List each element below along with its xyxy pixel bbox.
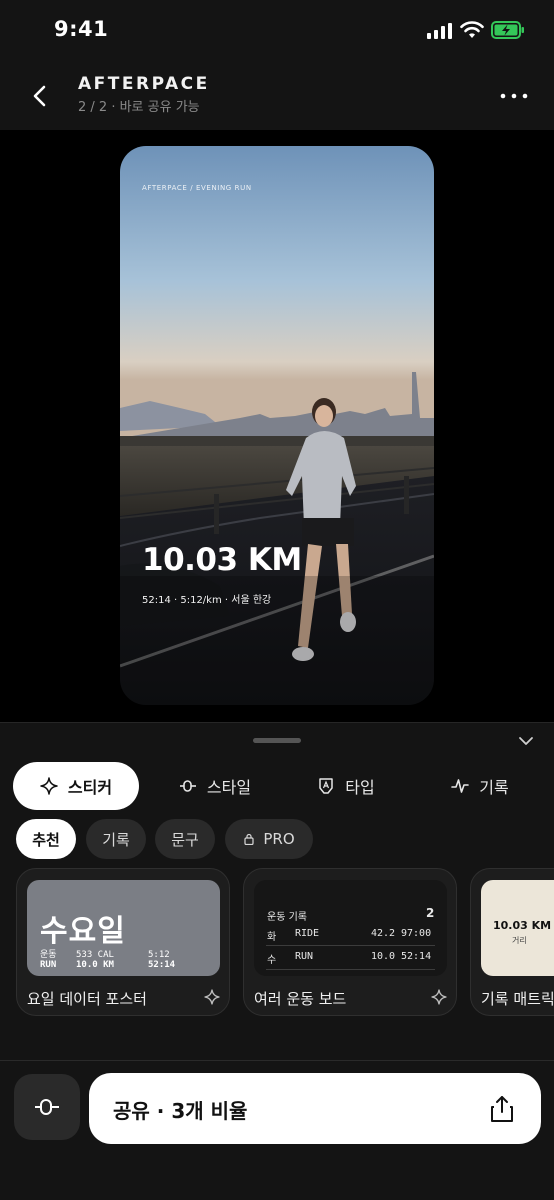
share-button[interactable]: 공유 · 3개 비율 xyxy=(89,1073,541,1144)
template-carousel: 수요일 운동 533 CAL 5:12 RUN 10.0 KM 52:14 요일 데이터… xyxy=(0,868,554,1018)
chip-record[interactable]: 기록 xyxy=(86,819,146,859)
poster-row-1: 운동 533 CAL 5:12 xyxy=(40,947,170,960)
board-divider xyxy=(266,969,435,970)
board-cell: RIDE xyxy=(295,928,320,939)
story-distance: 10.03 KM xyxy=(142,542,302,578)
share-button-label: 공유 · 3개 비율 xyxy=(113,1099,248,1123)
chip-pro-label: PRO xyxy=(263,830,295,848)
slider-icon xyxy=(35,1099,59,1115)
editor-sheet: 스티커 스타일 타입 기록 추천 기록 문구 PRO 수요일 운동 533 CA… xyxy=(0,722,554,1200)
style-toggle-button[interactable] xyxy=(14,1074,80,1140)
back-chevron-icon[interactable] xyxy=(26,82,54,110)
template-label: 기록 매트릭 xyxy=(481,990,554,1008)
activity-icon xyxy=(451,779,470,793)
poster-thumbnail: 수요일 운동 533 CAL 5:12 RUN 10.0 KM 52:14 xyxy=(27,880,220,976)
tab-record-label: 기록 xyxy=(479,778,509,797)
lock-icon xyxy=(244,833,254,845)
cellular-signal-icon xyxy=(427,23,452,39)
status-time: 9:41 xyxy=(54,17,109,41)
preview-area: AFTERPACE / EVENING RUN 10.03 KM 52:14 ·… xyxy=(0,130,554,722)
share-icon xyxy=(491,1096,513,1122)
story-preview-card[interactable]: AFTERPACE / EVENING RUN 10.03 KM 52:14 ·… xyxy=(120,146,434,705)
poster-cell: 운동 xyxy=(40,950,57,960)
board-cell: 97:00 xyxy=(401,928,432,939)
slider-icon xyxy=(179,780,196,792)
sparkle-icon xyxy=(40,777,58,795)
board-cell: 수 xyxy=(267,955,277,966)
poster-cell: 10.0 KM xyxy=(76,960,114,970)
sheet-grabber[interactable] xyxy=(253,738,301,743)
running-photo xyxy=(120,146,434,705)
chip-pro[interactable]: PRO xyxy=(225,819,313,859)
story-stats: 52:14 · 5:12/km · 서울 한강 xyxy=(142,595,272,606)
board-cell: 화 xyxy=(267,932,277,943)
tab-sticker[interactable]: 스티커 xyxy=(13,762,139,810)
template-card-poster[interactable]: 수요일 운동 533 CAL 5:12 RUN 10.0 KM 52:14 요일 데이터… xyxy=(16,868,230,1016)
template-label: 요일 데이터 포스터 xyxy=(27,990,147,1008)
tab-sticker-label: 스티커 xyxy=(67,778,113,797)
battery-charging-icon xyxy=(491,21,524,39)
poster-cell: RUN xyxy=(40,960,57,970)
top-bar: AFTERPACE 2 / 2 · 바로 공유 가능 xyxy=(0,62,554,130)
board-divider xyxy=(266,945,435,946)
filter-chips: 추천 기록 문구 PRO xyxy=(0,819,554,859)
matrix-thumbnail: 10.03 KM 거리 xyxy=(481,880,554,976)
type-icon xyxy=(319,778,334,794)
board-cell: 10.0 xyxy=(371,951,396,962)
more-options-icon[interactable] xyxy=(498,82,530,110)
tab-style[interactable]: 스타일 xyxy=(160,762,270,810)
sheet-divider xyxy=(0,1060,554,1061)
matrix-key: 거리 xyxy=(512,936,527,945)
board-cell: RUN xyxy=(295,951,314,962)
chip-recommended-label: 추천 xyxy=(32,830,60,849)
board-cell: 52:14 xyxy=(401,951,432,962)
board-count: 2 xyxy=(426,906,435,920)
board-heading: 운동 기록 xyxy=(267,912,307,923)
template-card-board[interactable]: 운동 기록 2 화 RIDE 42.2 97:00 수 RUN 10.0 52:… xyxy=(243,868,457,1016)
editor-tabs: 스티커 스타일 타입 기록 xyxy=(0,762,554,810)
action-bar: 공유 · 3개 비율 xyxy=(0,1073,554,1145)
matrix-value: 10.03 KM xyxy=(493,919,552,932)
chevron-down-icon[interactable] xyxy=(516,733,536,749)
tab-type-label: 타입 xyxy=(345,778,375,797)
board-thumbnail: 운동 기록 2 화 RIDE 42.2 97:00 수 RUN 10.0 52:… xyxy=(254,880,447,976)
poster-cell: 533 CAL xyxy=(76,950,114,960)
board-cell: 42.2 xyxy=(371,928,396,939)
chip-phrase[interactable]: 문구 xyxy=(155,819,215,859)
tab-style-label: 스타일 xyxy=(206,778,252,797)
chip-phrase-label: 문구 xyxy=(171,830,199,849)
poster-day: 수요일 xyxy=(40,914,126,949)
wifi-icon xyxy=(460,21,484,38)
chip-record-label: 기록 xyxy=(102,830,130,849)
poster-cell: 52:14 xyxy=(148,960,176,970)
poster-row-2: RUN 10.0 KM 52:14 xyxy=(40,960,175,970)
app-title: AFTERPACE xyxy=(78,74,210,94)
status-bar: 9:41 xyxy=(0,0,554,62)
sparkle-icon xyxy=(431,989,447,1005)
page-subtitle: 2 / 2 · 바로 공유 가능 xyxy=(78,100,200,115)
chip-recommended[interactable]: 추천 xyxy=(16,819,76,859)
template-card-matrix[interactable]: 10.03 KM 거리 기록 매트릭 xyxy=(470,868,554,1016)
template-label: 여러 운동 보드 xyxy=(254,990,347,1008)
sparkle-icon xyxy=(204,989,220,1005)
tab-record[interactable]: 기록 xyxy=(430,762,530,810)
story-brand-line: AFTERPACE / EVENING RUN xyxy=(142,184,252,192)
tab-type[interactable]: 타입 xyxy=(296,762,396,810)
poster-cell: 5:12 xyxy=(148,950,170,960)
